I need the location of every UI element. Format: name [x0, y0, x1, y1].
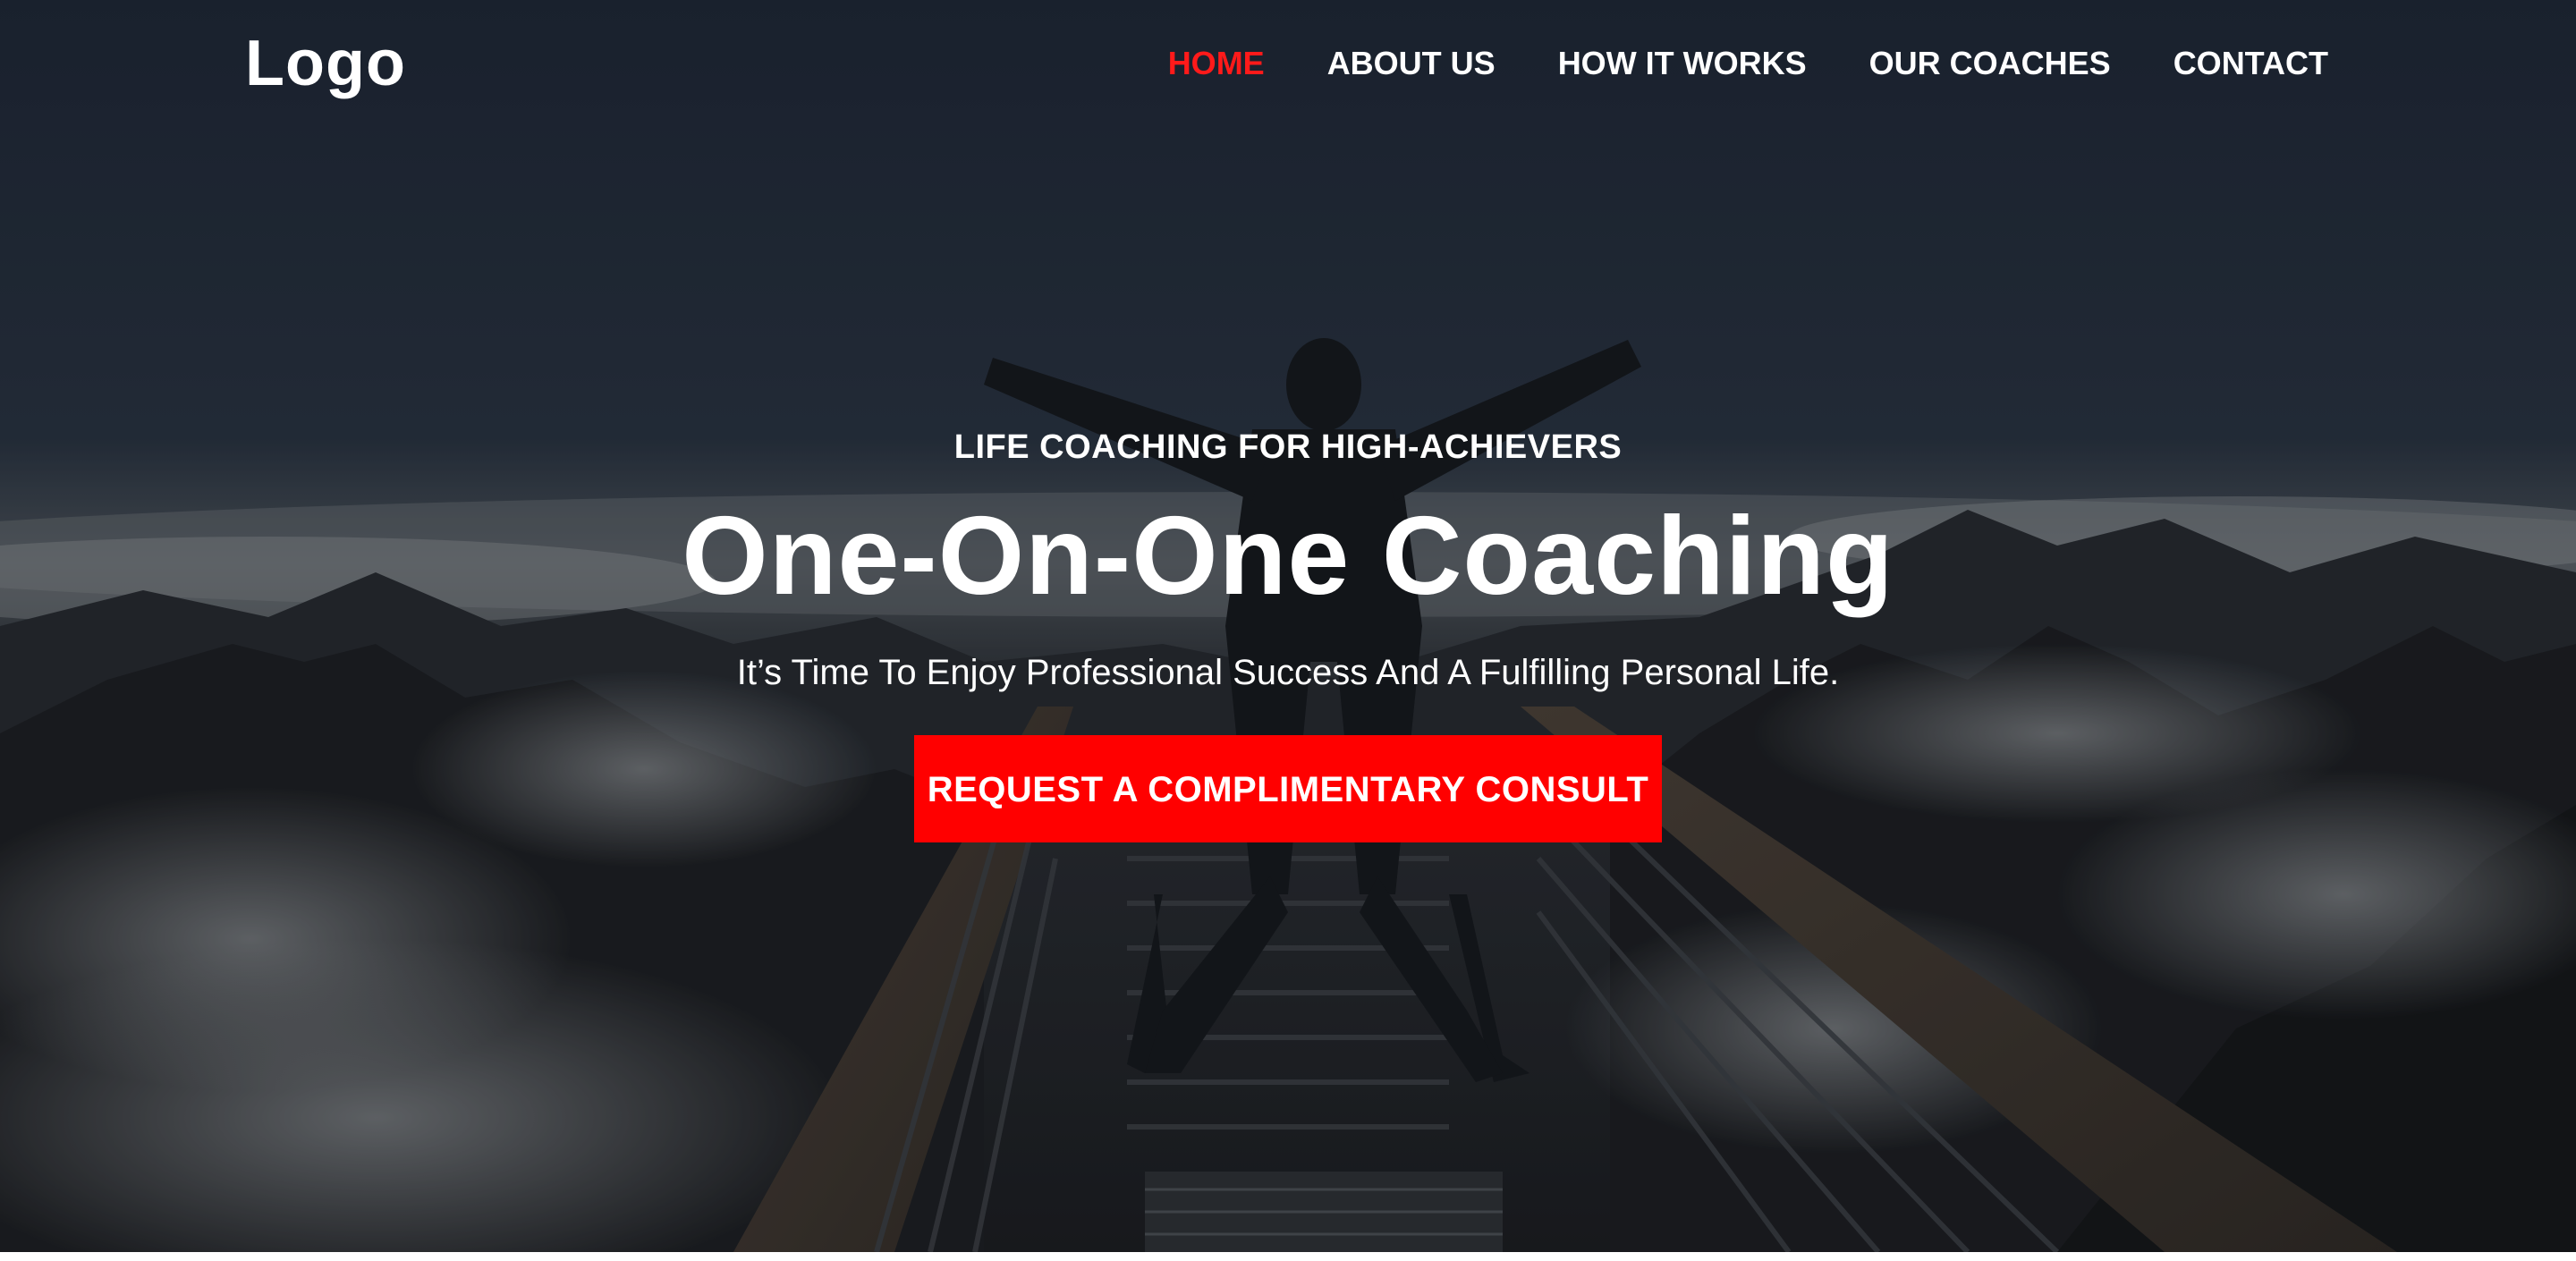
main-navigation: HOME ABOUT US HOW IT WORKS OUR COACHES C… [1106, 41, 2328, 86]
nav-item-how-it-works[interactable]: HOW IT WORKS [1558, 41, 1807, 86]
site-logo[interactable]: Logo [245, 23, 406, 104]
nav-item-our-coaches[interactable]: OUR COACHES [1869, 41, 2111, 86]
nav-item-contact[interactable]: CONTACT [2174, 41, 2328, 86]
nav-item-about-us[interactable]: ABOUT US [1327, 41, 1496, 86]
hero-eyebrow: LIFE COACHING FOR HIGH-ACHIEVERS [953, 428, 1623, 466]
hero-section: Logo HOME ABOUT US HOW IT WORKS OUR COAC… [0, 0, 2576, 1252]
nav-item-home[interactable]: HOME [1168, 41, 1265, 86]
page-bottom-edge [0, 1252, 2576, 1261]
hero-content: LIFE COACHING FOR HIGH-ACHIEVERS One-On-… [0, 420, 2576, 842]
hero-subheadline: It’s Time To Enjoy Professional Success … [736, 653, 1840, 692]
hero-headline: One-On-One Coaching [682, 495, 1894, 618]
request-consult-button[interactable]: REQUEST A COMPLIMENTARY CONSULT [914, 735, 1662, 842]
